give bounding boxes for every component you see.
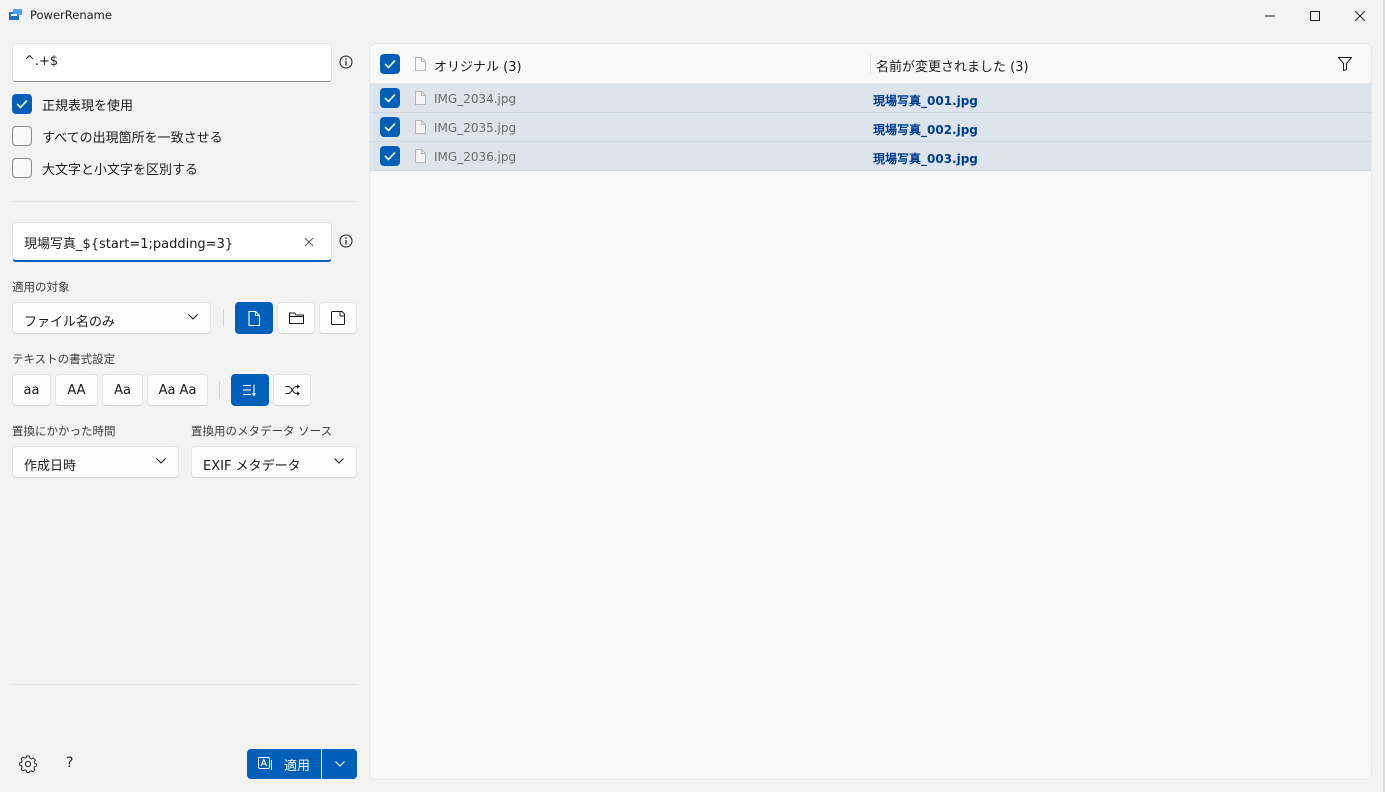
file-icon [248, 310, 260, 326]
match-all-checkbox[interactable] [12, 126, 32, 146]
replace-input[interactable]: 現場写真_${start=1;padding=3} [12, 222, 332, 262]
use-regex-checkbox[interactable] [12, 94, 32, 114]
close-icon [1355, 11, 1365, 21]
match-all-label: すべての出現箇所を一致させる [42, 130, 223, 146]
help-button[interactable]: ? [66, 755, 73, 771]
toolbar-separator [219, 381, 220, 399]
match-all-option[interactable]: すべての出現箇所を一致させる [12, 125, 223, 147]
use-regex-option[interactable]: 正規表現を使用 [12, 93, 133, 115]
lowercase-label: aa [23, 382, 40, 398]
maximize-icon [1310, 11, 1320, 21]
apply-to-dropdown[interactable]: ファイル名のみ [12, 302, 211, 334]
text-format-label: テキストの書式設定 [12, 352, 116, 366]
window-title: PowerRename [30, 8, 112, 22]
row-checkbox[interactable] [380, 117, 400, 137]
titlecase-label: Aa [114, 382, 131, 398]
file-icon [415, 120, 426, 134]
checkmark-icon [384, 93, 396, 103]
capitalize-label: Aa Aa [158, 382, 197, 398]
file-icon [415, 57, 426, 71]
checkmark-icon [384, 151, 396, 161]
enumerate-button[interactable] [231, 374, 269, 406]
metadata-source-label: 置換用のメタデータ ソース [191, 424, 333, 438]
title-bar: PowerRename [0, 0, 1385, 32]
apply-to-value: ファイル名のみ [24, 315, 116, 330]
shuffle-icon [285, 384, 300, 396]
search-value: ^.+$ [24, 54, 59, 69]
toolbar-separator [223, 309, 224, 327]
settings-icon[interactable] [19, 755, 37, 773]
chevron-down-icon [188, 314, 198, 320]
apply-button[interactable]: 適用 [247, 749, 321, 779]
file-row[interactable]: IMG_2036.jpg 現場写真_003.jpg [370, 142, 1371, 171]
maximize-button[interactable] [1292, 0, 1338, 32]
time-source-label: 置換にかかった時間 [12, 424, 116, 438]
chevron-down-icon [334, 458, 344, 464]
include-folders-button[interactable] [277, 302, 315, 334]
numbered-list-icon [243, 384, 256, 396]
time-source-value: 作成日時 [24, 459, 77, 474]
minimize-button[interactable] [1247, 0, 1293, 32]
renamed-filename: 現場写真_002.jpg [873, 123, 978, 137]
minimize-icon [1265, 15, 1275, 17]
apply-to-label: 適用の対象 [12, 280, 70, 294]
filter-icon[interactable] [1338, 57, 1352, 71]
file-row[interactable]: IMG_2034.jpg 現場写真_001.jpg [370, 84, 1371, 113]
checkmark-icon [16, 99, 28, 109]
search-input[interactable]: ^.+$ [12, 43, 332, 82]
file-row[interactable]: IMG_2035.jpg 現場写真_002.jpg [370, 113, 1371, 142]
case-sensitive-checkbox[interactable] [12, 158, 32, 178]
renamed-column-header[interactable]: 名前が変更されました (3) [876, 56, 1029, 75]
case-sensitive-option[interactable]: 大文字と小文字を区別する [12, 157, 198, 179]
search-info-icon[interactable] [339, 55, 353, 69]
file-list-panel: オリジナル (3) 名前が変更されました (3) IMG_2034.jpg 現場… [369, 43, 1372, 780]
original-filename: IMG_2034.jpg [434, 92, 517, 106]
renamed-filename: 現場写真_003.jpg [873, 152, 978, 166]
file-icon [415, 149, 426, 163]
lowercase-button[interactable]: aa [12, 374, 51, 406]
renamed-filename: 現場写真_001.jpg [873, 94, 978, 108]
row-checkbox[interactable] [380, 146, 400, 166]
folder-icon [288, 312, 304, 324]
chevron-down-icon [156, 458, 166, 464]
original-column-header[interactable]: オリジナル (3) [434, 56, 522, 75]
time-source-dropdown[interactable]: 作成日時 [12, 446, 179, 478]
app-icon [9, 9, 22, 20]
include-files-button[interactable] [235, 302, 273, 334]
original-filename: IMG_2035.jpg [434, 121, 517, 135]
use-regex-label: 正規表現を使用 [42, 98, 134, 114]
close-button[interactable] [1337, 0, 1383, 32]
randomize-button[interactable] [273, 374, 311, 406]
checkmark-icon [384, 59, 396, 69]
titlecase-button[interactable]: Aa [102, 374, 143, 406]
case-sensitive-label: 大文字と小文字を区別する [42, 162, 199, 178]
apply-options-button[interactable] [322, 749, 357, 779]
original-filename: IMG_2036.jpg [434, 150, 517, 164]
checkmark-icon [384, 122, 396, 132]
file-icon [415, 91, 426, 105]
uppercase-label: AA [67, 382, 86, 398]
subfolder-icon [331, 311, 345, 325]
clear-icon[interactable] [304, 237, 314, 247]
row-checkbox[interactable] [380, 88, 400, 108]
replace-value: 現場写真_${start=1;padding=3} [24, 237, 234, 252]
metadata-source-dropdown[interactable]: EXIF メタデータ [191, 446, 357, 478]
chevron-down-icon [334, 761, 345, 767]
column-separator [870, 54, 871, 74]
replace-info-icon[interactable] [339, 234, 353, 248]
metadata-source-value: EXIF メタデータ [203, 459, 301, 474]
footer-divider [12, 684, 357, 685]
rename-icon [258, 757, 272, 770]
section-divider [12, 201, 357, 202]
uppercase-button[interactable]: AA [55, 374, 98, 406]
file-list-header: オリジナル (3) 名前が変更されました (3) [370, 44, 1371, 84]
apply-label: 適用 [284, 758, 311, 774]
include-subfolders-button[interactable] [319, 302, 357, 334]
capitalize-button[interactable]: Aa Aa [147, 374, 208, 406]
select-all-checkbox[interactable] [380, 54, 400, 74]
